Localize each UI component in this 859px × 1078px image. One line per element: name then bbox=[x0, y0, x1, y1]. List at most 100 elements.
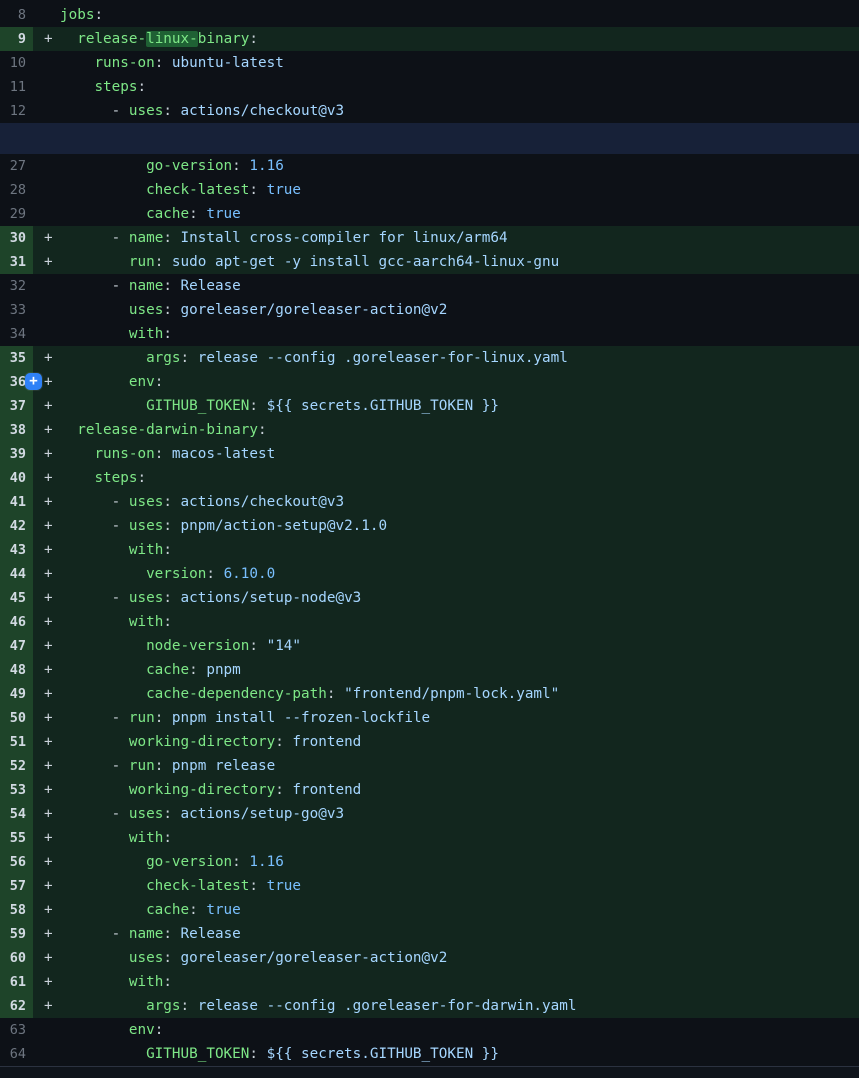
line-number[interactable]: 29 bbox=[0, 202, 33, 226]
diff-row: 42+ - uses: pnpm/action-setup@v2.1.0 bbox=[0, 514, 859, 538]
diff-row: 43+ with: bbox=[0, 538, 859, 562]
code-line: - uses: pnpm/action-setup@v2.1.0 bbox=[60, 514, 387, 538]
line-number[interactable]: 51 bbox=[0, 730, 33, 754]
code-line: node-version: "14" bbox=[60, 634, 301, 658]
line-number[interactable]: 44 bbox=[0, 562, 33, 586]
line-number[interactable]: 31 bbox=[0, 250, 33, 274]
diff-row: 47+ node-version: "14" bbox=[0, 634, 859, 658]
line-number[interactable]: 57 bbox=[0, 874, 33, 898]
line-number[interactable]: 9 bbox=[0, 27, 33, 51]
diff-row: 35+ args: release --config .goreleaser-f… bbox=[0, 346, 859, 370]
code-line: env: bbox=[60, 1018, 163, 1042]
line-number[interactable]: 45 bbox=[0, 586, 33, 610]
line-number[interactable]: 33 bbox=[0, 298, 33, 322]
line-number[interactable]: 39 bbox=[0, 442, 33, 466]
code-line: cache: pnpm bbox=[60, 658, 241, 682]
line-number[interactable]: 34 bbox=[0, 322, 33, 346]
code-line: - uses: actions/setup-go@v3 bbox=[60, 802, 344, 826]
diff-marker bbox=[33, 202, 60, 226]
code-line: version: 6.10.0 bbox=[60, 562, 275, 586]
code-line: - uses: actions/setup-node@v3 bbox=[60, 586, 361, 610]
code-line: with: bbox=[60, 970, 172, 994]
line-number[interactable]: 64 bbox=[0, 1042, 33, 1066]
code-line: - name: Install cross-compiler for linux… bbox=[60, 226, 508, 250]
code-line: - run: pnpm release bbox=[60, 754, 275, 778]
diff-row: 62+ args: release --config .goreleaser-f… bbox=[0, 994, 859, 1018]
diff-row: 54+ - uses: actions/setup-go@v3 bbox=[0, 802, 859, 826]
line-number[interactable]: 43 bbox=[0, 538, 33, 562]
diff-row: 37+ GITHUB_TOKEN: ${{ secrets.GITHUB_TOK… bbox=[0, 394, 859, 418]
code-line: - run: pnpm install --frozen-lockfile bbox=[60, 706, 430, 730]
line-number[interactable]: 52 bbox=[0, 754, 33, 778]
diff-row: 56+ go-version: 1.16 bbox=[0, 850, 859, 874]
line-number[interactable]: 27 bbox=[0, 154, 33, 178]
diff-row: 10 runs-on: ubuntu-latest bbox=[0, 51, 859, 75]
code-line: runs-on: macos-latest bbox=[60, 442, 275, 466]
code-line: working-directory: frontend bbox=[60, 730, 361, 754]
code-line: args: release --config .goreleaser-for-l… bbox=[60, 346, 568, 370]
diff-row: 38+ release-darwin-binary: bbox=[0, 418, 859, 442]
diff-viewer: 8jobs:9+ release-linux-binary:10 runs-on… bbox=[0, 0, 859, 1078]
code-line: uses: goreleaser/goreleaser-action@v2 bbox=[60, 298, 447, 322]
diff-marker: + bbox=[33, 778, 60, 802]
line-number[interactable]: 10 bbox=[0, 51, 33, 75]
line-number[interactable]: 35 bbox=[0, 346, 33, 370]
line-number[interactable]: 54 bbox=[0, 802, 33, 826]
line-number[interactable]: 40 bbox=[0, 466, 33, 490]
code-line: args: release --config .goreleaser-for-d… bbox=[60, 994, 576, 1018]
diff-marker: + bbox=[33, 682, 60, 706]
expand-hunk-row[interactable] bbox=[0, 123, 859, 154]
add-comment-button[interactable]: + bbox=[25, 373, 42, 390]
diff-marker: + bbox=[33, 730, 60, 754]
line-number[interactable]: 50 bbox=[0, 706, 33, 730]
code-line: cache: true bbox=[60, 202, 241, 226]
code-line: with: bbox=[60, 322, 172, 346]
diff-marker: + bbox=[33, 946, 60, 970]
diff-marker: + bbox=[33, 658, 60, 682]
line-number[interactable]: 53 bbox=[0, 778, 33, 802]
line-number[interactable]: 55 bbox=[0, 826, 33, 850]
line-number[interactable]: 60 bbox=[0, 946, 33, 970]
diff-marker bbox=[33, 51, 60, 75]
line-number[interactable]: 62 bbox=[0, 994, 33, 1018]
line-number[interactable]: 38 bbox=[0, 418, 33, 442]
diff-marker bbox=[33, 178, 60, 202]
code-line: env: bbox=[60, 370, 163, 394]
line-number[interactable]: 28 bbox=[0, 178, 33, 202]
diff-row: 64 GITHUB_TOKEN: ${{ secrets.GITHUB_TOKE… bbox=[0, 1042, 859, 1066]
line-number[interactable]: 48 bbox=[0, 658, 33, 682]
line-number[interactable]: 49 bbox=[0, 682, 33, 706]
diff-marker: + bbox=[33, 490, 60, 514]
code-line: with: bbox=[60, 538, 172, 562]
line-number[interactable]: 11 bbox=[0, 75, 33, 99]
diff-row: 30+ - name: Install cross-compiler for l… bbox=[0, 226, 859, 250]
line-number[interactable]: 59 bbox=[0, 922, 33, 946]
code-line: - uses: actions/checkout@v3 bbox=[60, 490, 344, 514]
line-number[interactable]: 63 bbox=[0, 1018, 33, 1042]
line-number[interactable]: 58 bbox=[0, 898, 33, 922]
line-number[interactable]: 61 bbox=[0, 970, 33, 994]
line-number[interactable]: 8 bbox=[0, 3, 33, 27]
diff-row: 48+ cache: pnpm bbox=[0, 658, 859, 682]
diff-row: 44+ version: 6.10.0 bbox=[0, 562, 859, 586]
line-number[interactable]: 46 bbox=[0, 610, 33, 634]
line-number[interactable]: 32 bbox=[0, 274, 33, 298]
line-number[interactable]: 56 bbox=[0, 850, 33, 874]
code-line: run: sudo apt-get -y install gcc-aarch64… bbox=[60, 250, 559, 274]
line-number[interactable]: 47 bbox=[0, 634, 33, 658]
diff-row: 9+ release-linux-binary: bbox=[0, 27, 859, 51]
code-line: working-directory: frontend bbox=[60, 778, 361, 802]
diff-row: 59+ - name: Release bbox=[0, 922, 859, 946]
diff-marker: + bbox=[33, 874, 60, 898]
line-number[interactable]: 42 bbox=[0, 514, 33, 538]
diff-row: 32 - name: Release bbox=[0, 274, 859, 298]
line-number[interactable]: 12 bbox=[0, 99, 33, 123]
diff-marker: + bbox=[33, 802, 60, 826]
diff-table: 8jobs:9+ release-linux-binary:10 runs-on… bbox=[0, 3, 859, 1066]
code-line: runs-on: ubuntu-latest bbox=[60, 51, 284, 75]
code-line: - name: Release bbox=[60, 274, 241, 298]
line-number[interactable]: 41 bbox=[0, 490, 33, 514]
line-number[interactable]: 30 bbox=[0, 226, 33, 250]
line-number[interactable]: 37 bbox=[0, 394, 33, 418]
diff-row: 11 steps: bbox=[0, 75, 859, 99]
